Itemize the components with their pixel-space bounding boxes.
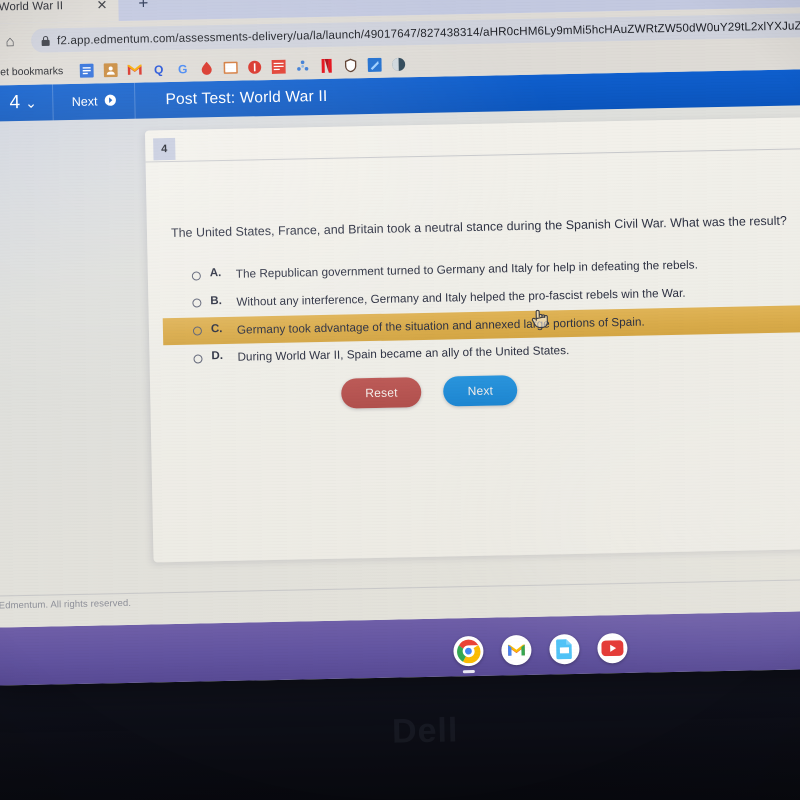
question-card: 4 The United States, France, and Britain… [144, 116, 800, 563]
option-letter-d: D. [211, 350, 224, 363]
quizlet-bookmark-icon[interactable]: Q [147, 59, 171, 79]
option-text-c: Germany took advantage of the situation … [236, 315, 645, 337]
option-text-b: Without any interference, Germany and It… [236, 286, 686, 309]
svg-text:G: G [178, 62, 188, 76]
question-number-badge: 4 [153, 137, 176, 161]
chrome-active-indicator [462, 670, 475, 674]
new-tab-button[interactable]: + [138, 0, 148, 13]
next-nav-button[interactable]: Next [53, 82, 136, 121]
blue-square-bookmark-icon[interactable] [363, 55, 387, 75]
tab-title: est: World War II [0, 0, 64, 13]
chrome-browser-window: est: World War II ✕ + ⟳ ⌂ f2.app.edmentu… [0, 0, 800, 628]
gmail-icon[interactable] [501, 634, 532, 666]
shield-bookmark-icon[interactable] [339, 55, 363, 75]
shelf-icon-group [453, 632, 628, 674]
netflix-bookmark-icon[interactable] [315, 56, 339, 76]
chrome-icon[interactable] [453, 635, 484, 674]
copyright-text: 2022 Edmentum. All rights reserved. [0, 597, 132, 612]
sparkle-bookmark-icon[interactable] [291, 56, 315, 76]
browser-tab[interactable]: est: World War II ✕ [0, 0, 119, 25]
assessment-title: Post Test: World War II [165, 87, 328, 109]
close-icon[interactable]: ✕ [93, 0, 110, 12]
question-prompt: The United States, France, and Britain t… [170, 213, 787, 241]
url-text: f2.app.edmentum.com/assessments-delivery… [56, 18, 800, 47]
google-bookmark-icon[interactable]: G [171, 58, 195, 78]
option-text-a: The Republican government turned to Germ… [235, 258, 699, 281]
svg-text:Q: Q [154, 63, 164, 77]
radio-icon-b[interactable] [192, 298, 202, 308]
bookmarks-folder-label[interactable]: ct205.net bookmarks [0, 65, 63, 79]
option-letter-c: C. [210, 322, 223, 335]
youtube-icon[interactable] [597, 632, 628, 664]
drop-bookmark-icon[interactable] [195, 58, 219, 78]
window-bookmark-icon[interactable] [219, 58, 243, 78]
arrow-right-circle-icon [104, 94, 117, 109]
grid-bookmark-icon[interactable] [267, 57, 291, 77]
page-footer: 2022 Edmentum. All rights reserved. [0, 578, 800, 616]
contact-bookmark-icon[interactable] [99, 60, 123, 80]
reset-button[interactable]: Reset [341, 377, 422, 409]
option-letter-a: A. [209, 267, 222, 280]
screen-photo: Dell World War II ✕ + ⌂ f2.app.edmentum.… [0, 0, 800, 800]
action-buttons: Reset Next [150, 368, 800, 412]
radio-icon-a[interactable] [191, 270, 201, 281]
dell-brand-logo: Dell [391, 711, 459, 751]
radio-icon-c[interactable] [192, 326, 203, 336]
radio-icon-d[interactable] [193, 354, 203, 364]
home-icon[interactable]: ⌂ [0, 28, 23, 55]
option-letter-b: B. [210, 294, 222, 308]
google-slides-icon[interactable] [549, 633, 580, 665]
option-text-d: During World War II, Spain became an all… [237, 344, 570, 365]
current-question-number: 4 [9, 92, 21, 114]
card-divider [145, 147, 800, 163]
info-bookmark-icon[interactable] [243, 57, 267, 77]
lock-icon [41, 35, 50, 46]
laptop-screen: est: World War II ✕ + ⟳ ⌂ f2.app.edmentu… [0, 0, 800, 686]
question-selector[interactable]: 4 ⌄ [0, 84, 55, 122]
globe-bookmark-icon[interactable] [387, 54, 411, 74]
gmail-bookmark-icon[interactable] [123, 59, 147, 79]
next-nav-label: Next [71, 94, 98, 109]
chevron-down-icon: ⌄ [24, 94, 37, 111]
next-button[interactable]: Next [443, 375, 518, 407]
answer-options-list: A. The Republican government turned to G… [162, 248, 800, 374]
edmentum-assessment-page: ous 4 ⌄ Next Post Test: World War II 4 [0, 68, 800, 628]
docs-bookmark-icon[interactable] [75, 60, 99, 80]
